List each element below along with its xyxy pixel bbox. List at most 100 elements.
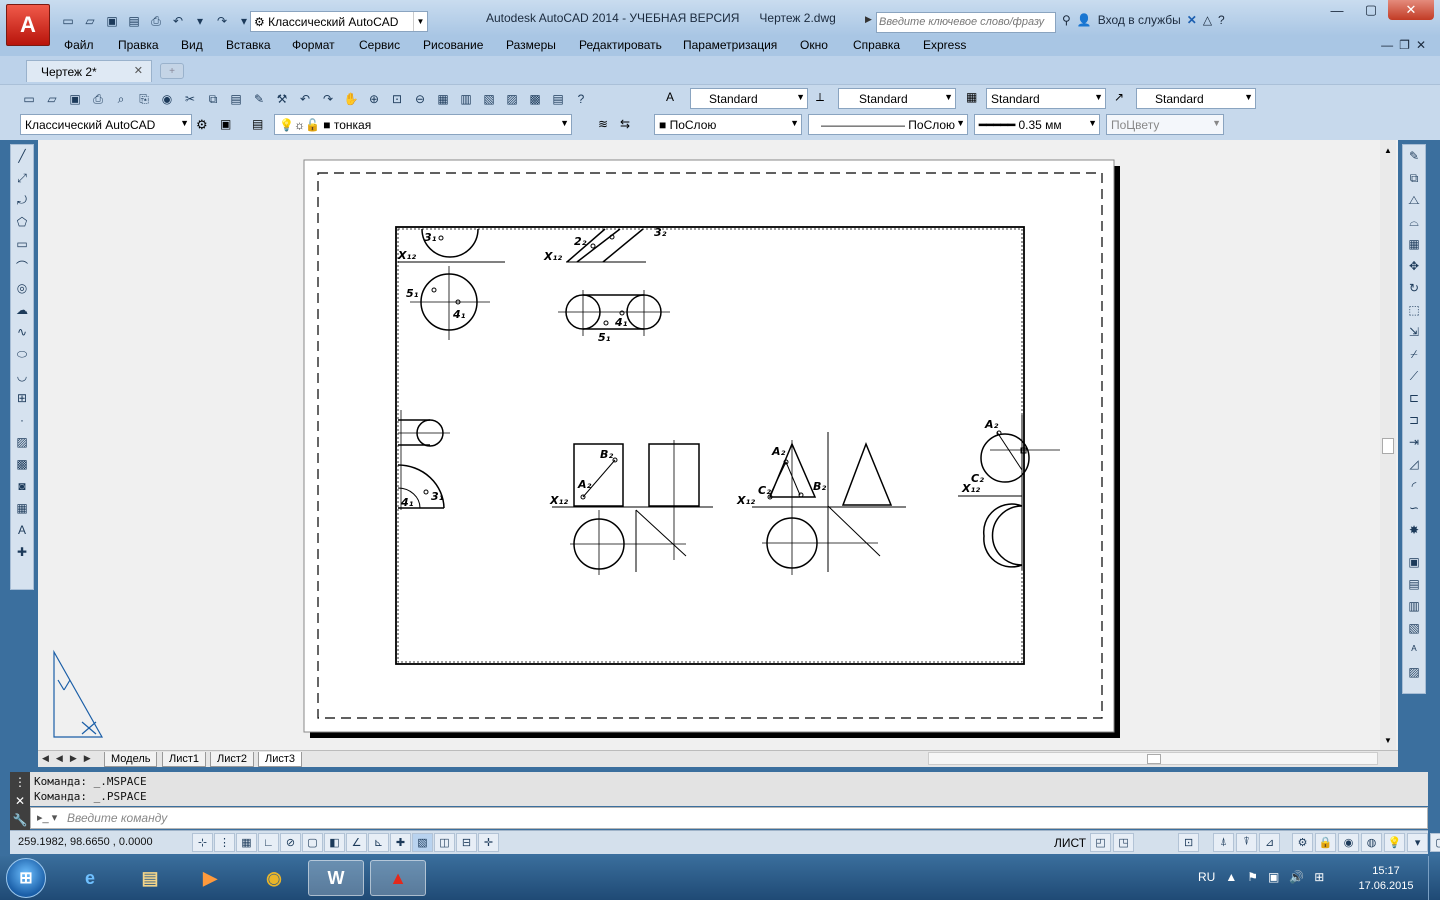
design-center-icon[interactable]: ▥ <box>455 90 477 108</box>
rotate-icon[interactable]: ↻ <box>1403 277 1425 299</box>
ortho-icon[interactable]: ∟ <box>258 833 279 852</box>
doc-restore-icon[interactable]: ❐ <box>1399 38 1410 52</box>
line-icon[interactable]: ╱ <box>11 145 33 167</box>
open-file-icon[interactable]: ▱ <box>80 11 100 31</box>
show-desktop-button[interactable] <box>1428 856 1440 900</box>
vertical-scrollbar[interactable]: ▲ ▼ <box>1380 140 1396 750</box>
prompt-icon[interactable]: ▸_ ▾ <box>37 811 57 824</box>
mirror-icon[interactable]: ⧍ <box>1403 189 1425 211</box>
draworder-under-icon[interactable]: ▧ <box>1403 617 1425 639</box>
coordinates-readout[interactable]: 259.1982, 98.6650 , 0.0000 <box>18 836 153 848</box>
customize-icon[interactable]: ▣ <box>220 117 231 131</box>
clean-screen-icon[interactable]: 💡 <box>1384 833 1406 852</box>
hardware-accel-icon[interactable]: ◉ <box>1338 833 1360 852</box>
region-icon[interactable]: ◙ <box>11 475 33 497</box>
point-icon[interactable]: · <box>11 409 33 431</box>
exchange-icon[interactable]: ✕ <box>1187 13 1197 27</box>
fullscreen-icon[interactable]: ▢ <box>1430 833 1440 852</box>
horizontal-scrollbar[interactable] <box>928 752 1378 765</box>
table-style-icon[interactable]: ▦ <box>966 90 977 104</box>
dyn-icon[interactable]: ✚ <box>390 833 411 852</box>
lineweight-select[interactable]: ━━━━━ 0.35 мм ▼ <box>974 114 1100 135</box>
tab-model[interactable]: Модель <box>104 752 158 767</box>
clock[interactable]: 15:17 17.06.2015 <box>1350 864 1422 894</box>
revision-cloud-icon[interactable]: ☁ <box>11 299 33 321</box>
menu-dimension[interactable]: Размеры <box>506 38 556 52</box>
menu-window[interactable]: Окно <box>800 38 828 52</box>
break-at-point-icon[interactable]: ⊏ <box>1403 387 1425 409</box>
zoom-window-icon[interactable]: ⊡ <box>386 90 408 108</box>
hatch-icon[interactable]: ▨ <box>11 431 33 453</box>
make-current-layer-icon[interactable]: ≋ <box>598 117 608 131</box>
hscroll-thumb[interactable] <box>1147 754 1161 764</box>
offset-icon[interactable]: ⌓ <box>1403 211 1425 233</box>
print-icon[interactable]: ⎙ <box>146 11 166 31</box>
erase-icon[interactable]: ✎ <box>1403 145 1425 167</box>
publish-icon[interactable]: ⎘ <box>133 90 155 108</box>
tool-palettes-icon[interactable]: ▧ <box>478 90 500 108</box>
expand-search-icon[interactable]: ▶ <box>865 14 872 25</box>
windows-icon[interactable]: ⊞ <box>1314 870 1324 884</box>
command-input[interactable]: ▸_ ▾ Введите команду <box>30 807 1428 829</box>
text-style-select[interactable]: Standard ▼ <box>690 88 808 109</box>
annotation-visibility-icon[interactable]: ⍒ <box>1236 833 1258 852</box>
plot-icon[interactable]: ⎙ <box>87 90 109 108</box>
sheet-set-icon[interactable]: ▨ <box>501 90 523 108</box>
workspace-select[interactable]: ⚙ Классический AutoCAD ▼ <box>250 11 428 32</box>
a360-icon[interactable]: △ <box>1203 13 1212 27</box>
undo-icon[interactable]: ↶ <box>294 90 316 108</box>
menu-file[interactable]: Файл <box>64 38 94 52</box>
redo-icon[interactable]: ↷ <box>317 90 339 108</box>
polar-icon[interactable]: ⊘ <box>280 833 301 852</box>
properties-icon[interactable]: ▦ <box>432 90 454 108</box>
autocad-taskbar-icon[interactable]: ▲ <box>370 860 426 896</box>
trim-icon[interactable]: ⌿ <box>1403 343 1425 365</box>
isolate-objects-icon[interactable]: ◍ <box>1361 833 1383 852</box>
explode-icon[interactable]: ✸ <box>1403 519 1425 541</box>
space-toggle[interactable]: ЛИСТ <box>1054 836 1086 850</box>
zoom-realtime-icon[interactable]: ⊕ <box>363 90 385 108</box>
workspace-settings-icon[interactable]: ⚙ <box>196 117 208 133</box>
fillet-icon[interactable]: ◜ <box>1403 475 1425 497</box>
explorer-taskbar-icon[interactable]: ▤ <box>122 860 178 896</box>
chamfer-icon[interactable]: ◿ <box>1403 453 1425 475</box>
help-icon[interactable]: ? <box>1218 13 1225 27</box>
mleader-style-icon[interactable]: ↗ <box>1114 90 1124 104</box>
mtext-icon[interactable]: A <box>11 519 33 541</box>
close-icon[interactable]: ✕ <box>15 794 25 808</box>
zoom-previous-icon[interactable]: ⊖ <box>409 90 431 108</box>
close-icon[interactable]: ✕ <box>1388 0 1434 20</box>
text-front-icon[interactable]: ᴬ <box>1403 639 1425 661</box>
undo-dropdown-icon[interactable]: ▾ <box>190 11 210 31</box>
draworder-above-icon[interactable]: ▥ <box>1403 595 1425 617</box>
polygon-icon[interactable]: ⬠ <box>11 211 33 233</box>
construction-line-icon[interactable]: ⤢ <box>11 167 33 189</box>
snap-icon[interactable]: ⋮ <box>214 833 235 852</box>
menu-help[interactable]: Справка <box>853 38 900 52</box>
menu-edit[interactable]: Правка <box>118 38 159 52</box>
scale-icon[interactable]: ⬚ <box>1403 299 1425 321</box>
quick-view-drawings-icon[interactable]: ◳ <box>1113 833 1135 852</box>
menu-tools[interactable]: Сервис <box>359 38 400 52</box>
move-icon[interactable]: ✥ <box>1403 255 1425 277</box>
block-editor-icon[interactable]: ⚒ <box>271 90 293 108</box>
save-as-icon[interactable]: ▤ <box>124 11 144 31</box>
3d-osnap-icon[interactable]: ◧ <box>324 833 345 852</box>
search-input[interactable]: Введите ключевое слово/фразу <box>876 12 1056 33</box>
show-hidden-icons-icon[interactable]: ▲ <box>1225 870 1237 884</box>
ie-taskbar-icon[interactable]: e <box>62 860 118 896</box>
linetype-select[interactable]: ——————— ПоСлою ▼ <box>808 114 968 135</box>
color-select[interactable]: ■ ПоСлою ▼ <box>654 114 802 135</box>
layer-previous-icon[interactable]: ⇆ <box>620 117 630 131</box>
menu-modify[interactable]: Редактировать <box>579 38 662 52</box>
ellipse-arc-icon[interactable]: ◡ <box>11 365 33 387</box>
save-icon[interactable]: ▣ <box>64 90 86 108</box>
add-selected-icon[interactable]: ✚ <box>11 541 33 563</box>
maximize-viewport-icon[interactable]: ⊡ <box>1178 833 1200 852</box>
copy-object-icon[interactable]: ⧉ <box>1403 167 1425 189</box>
doc-close-icon[interactable]: ✕ <box>1416 38 1426 52</box>
doc-minimize-icon[interactable]: — <box>1381 38 1393 52</box>
login-button[interactable]: Вход в службы <box>1098 13 1181 27</box>
drawing-canvas[interactable]: 3₁ X₁₂ 2₂ X₁₂ 3₂ 5₁ 4₁ 4₁ 5₁ 3₁ 4₁ B₂ A₂… <box>38 140 1398 750</box>
help-icon[interactable]: ? <box>570 90 592 108</box>
